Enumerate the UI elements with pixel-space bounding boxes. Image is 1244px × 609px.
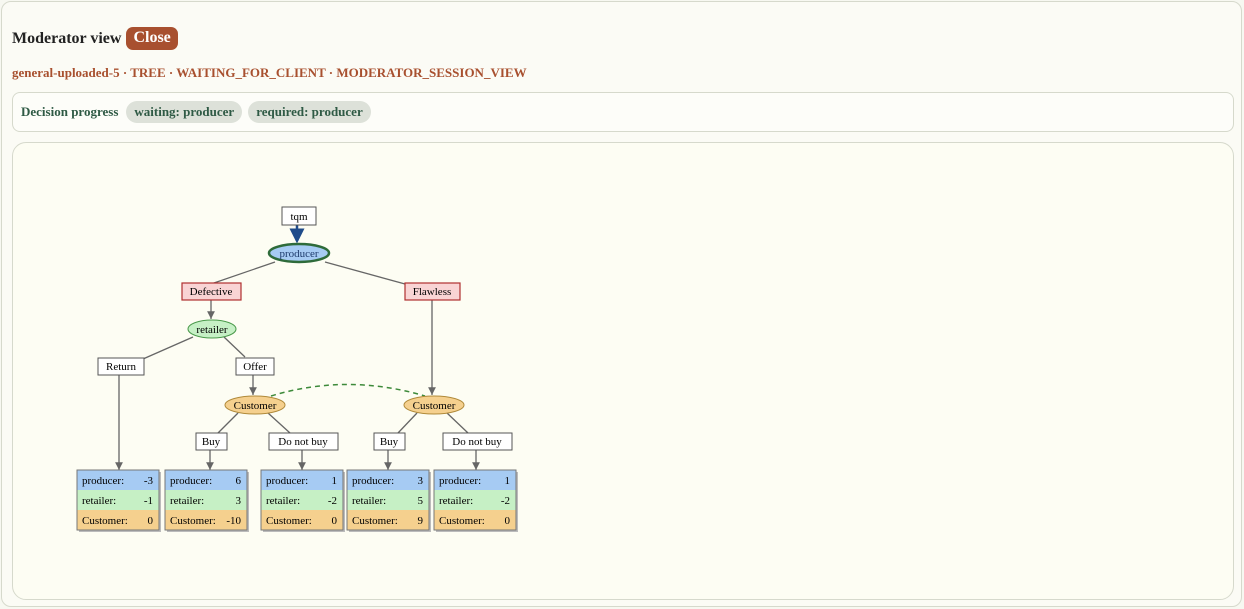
payoff-value: 1 (505, 475, 511, 487)
payoff-player-name: retailer: (82, 495, 116, 507)
action-return-label: Return (106, 361, 136, 373)
payoff-value: 0 (148, 515, 154, 527)
edge-customer-notbuy-right (446, 412, 469, 434)
payoff-value: 6 (236, 475, 242, 487)
payoff-player-name: Customer: (439, 515, 485, 527)
payoff-player-name: Customer: (266, 515, 312, 527)
payoff-value: -3 (144, 475, 154, 487)
payoff-box: producer: 1 retailer: -2 Customer: 0 (433, 469, 518, 532)
payoff-box: producer: 3 retailer: 5 Customer: 9 (346, 469, 431, 532)
title-row: Moderator view Close (12, 27, 178, 50)
action-buy-left-label: Buy (202, 436, 221, 448)
payoff-value: -1 (144, 495, 153, 507)
payoff-box: producer: 6 retailer: 3 Customer: -10 (164, 469, 249, 532)
waiting-pill: waiting: producer (126, 101, 243, 123)
payoff-value: 0 (505, 515, 511, 527)
decision-progress-label: Decision progress (21, 104, 119, 119)
moderator-panel: Moderator view Close general-uploaded-5 … (1, 1, 1242, 607)
session-subtitle: general-uploaded-5 · TREE · WAITING_FOR_… (12, 65, 527, 80)
payoff-player-name: producer: (352, 475, 394, 487)
customer-node-right-label: Customer (413, 400, 456, 412)
action-buy-right-label: Buy (380, 436, 399, 448)
payoff-value: -2 (328, 495, 337, 507)
information-set-link (270, 383, 426, 397)
action-offer-label: Offer (243, 361, 267, 373)
action-flawless-label: Flawless (413, 286, 452, 298)
payoff-player-name: Customer: (170, 515, 216, 527)
edge-retailer-offer (223, 336, 246, 358)
producer-node-label: producer (279, 248, 318, 260)
edge-customer-buy-right (397, 412, 418, 434)
payoff-value: 3 (236, 495, 242, 507)
payoff-value: -10 (226, 515, 241, 527)
decision-progress-box: Decision progress waiting: producer requ… (12, 92, 1234, 132)
payoff-player-name: Customer: (82, 515, 128, 527)
edge-customer-buy-left (217, 412, 239, 434)
game-tree-container: tqm producer Defective Flawless retailer… (12, 142, 1234, 600)
customer-node-left-label: Customer (234, 400, 277, 412)
edge-customer-notbuy-left (267, 412, 291, 434)
edge-retailer-return (142, 336, 194, 360)
payoff-player-name: retailer: (439, 495, 473, 507)
payoff-box: producer: -3 retailer: -1 Customer: 0 (76, 469, 161, 532)
edge-producer-defective (210, 261, 276, 285)
payoff-player-name: producer: (266, 475, 308, 487)
edge-producer-flawless (324, 261, 406, 285)
payoff-value: 5 (418, 495, 424, 507)
action-defective-label: Defective (190, 286, 233, 298)
close-button[interactable]: Close (126, 27, 178, 50)
payoff-value: 3 (418, 475, 424, 487)
payoff-player-name: retailer: (170, 495, 204, 507)
payoff-player-name: retailer: (352, 495, 386, 507)
action-not-buy-left-label: Do not buy (278, 436, 328, 448)
page-title: Moderator view (12, 29, 122, 47)
payoff-value: 0 (332, 515, 338, 527)
payoff-value: 9 (418, 515, 424, 527)
payoff-player-name: producer: (170, 475, 212, 487)
payoff-boxes: producer: -3retailer: -1Customer: 0producer… (76, 469, 518, 532)
game-tree-svg: tqm producer Defective Flawless retailer… (76, 206, 518, 532)
payoff-value: 1 (332, 475, 338, 487)
payoff-player-name: producer: (82, 475, 124, 487)
root-label: tqm (290, 211, 308, 223)
payoff-player-name: retailer: (266, 495, 300, 507)
action-not-buy-right-label: Do not buy (452, 436, 502, 448)
retailer-node-label: retailer (196, 324, 227, 336)
payoff-value: -2 (501, 495, 510, 507)
payoff-box: producer: 1 retailer: -2 Customer: 0 (260, 469, 345, 532)
payoff-player-name: Customer: (352, 515, 398, 527)
required-pill: required: producer (248, 101, 371, 123)
payoff-player-name: producer: (439, 475, 481, 487)
